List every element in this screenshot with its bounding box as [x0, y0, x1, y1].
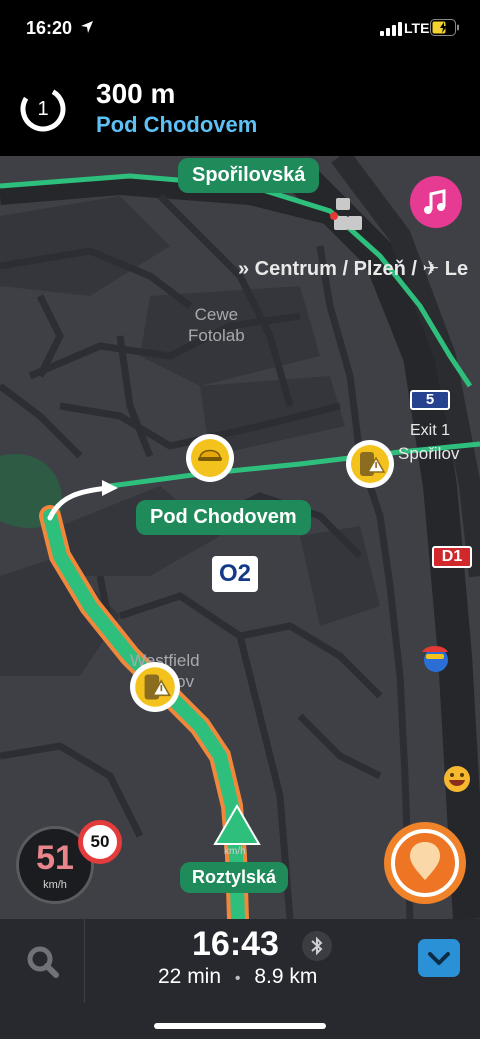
home-indicator[interactable]	[154, 1023, 326, 1029]
street-label-text: Roztylská	[192, 867, 277, 887]
map-view[interactable]: Spořilovská Pod Chodovem Roztylská » Cen…	[0, 156, 480, 919]
exit-number-label: Exit 1	[410, 422, 451, 439]
trip-separator: •	[234, 970, 241, 987]
bluetooth-icon	[311, 936, 323, 956]
distance-to-turn: 300 m	[96, 78, 176, 109]
street-label-spořilovská: Spořilovská	[178, 158, 320, 193]
signal-icon	[380, 22, 402, 36]
highway-shield-text: D1	[441, 548, 463, 565]
poi-cewe-fotolab[interactable]: Cewe Fotolab	[188, 304, 245, 346]
trip-distance: 8.9 km	[254, 965, 318, 988]
street-label-pod-chodovem: Pod Chodovem	[136, 500, 311, 535]
phone-warning-report-marker[interactable]	[130, 662, 180, 712]
o2-logo: O2	[218, 560, 251, 587]
highway-shield-d1: D1	[432, 546, 472, 568]
street-label-roztylská: Roztylská	[180, 862, 289, 893]
bluetooth-button[interactable]	[302, 931, 332, 961]
network-type: LTE	[404, 20, 430, 36]
expand-panel-button[interactable]	[418, 939, 460, 977]
car-arrow-icon	[213, 804, 261, 845]
current-location-marker: km/h	[212, 804, 262, 860]
roundabout-exit-number: 1	[37, 98, 49, 120]
phone-warning-report-marker[interactable]	[346, 440, 394, 488]
construction-worker-icon	[191, 439, 229, 477]
street-label-text: Pod Chodovem	[150, 506, 297, 528]
phone-warning-icon	[351, 445, 389, 483]
emoji-wazer-icon[interactable]	[440, 762, 474, 796]
chevron-down-icon	[428, 952, 450, 965]
music-player-button[interactable]	[410, 176, 462, 228]
next-street-name: Pod Chodovem	[96, 112, 258, 137]
highway-shield-text: 5	[425, 391, 435, 408]
emoji-wazer-icon[interactable]	[416, 642, 452, 674]
speed-limit-sign: 50	[78, 820, 122, 864]
speed-camera-icon[interactable]	[330, 192, 364, 236]
highway-shield-5: 5	[410, 390, 450, 410]
car-speed-unit: km/h	[224, 846, 246, 857]
panel-divider	[84, 919, 85, 1003]
trip-summary: 22 min • 8.9 km	[158, 965, 317, 989]
o2-store-marker[interactable]: O2	[212, 556, 258, 592]
construction-report-marker[interactable]	[186, 434, 234, 482]
street-label-text: Spořilovská	[192, 164, 306, 186]
speed-unit-label: km/h	[43, 879, 67, 891]
music-icon	[424, 189, 446, 214]
trip-duration: 22 min	[158, 965, 222, 988]
location-arrow-icon	[81, 21, 93, 33]
report-pin-icon	[391, 829, 459, 897]
phone-warning-icon	[135, 667, 175, 707]
eta-panel[interactable]: 16:43 22 min • 8.9 km	[0, 919, 480, 1039]
exit-direction-sign: » Centrum / Plzeň / ✈ Le	[238, 258, 469, 280]
status-time: 16:20	[26, 18, 73, 38]
arrival-time: 16:43	[192, 925, 279, 963]
report-button[interactable]	[384, 822, 466, 904]
status-bar: 16:20 LTE	[0, 0, 480, 56]
battery-charging-icon	[430, 19, 459, 36]
turn-instruction-banner[interactable]: 1 300 m Pod Chodovem	[0, 56, 480, 156]
exit-name-label: Spořilov	[398, 444, 460, 463]
search-icon	[27, 946, 59, 978]
search-button[interactable]	[0, 919, 84, 1003]
